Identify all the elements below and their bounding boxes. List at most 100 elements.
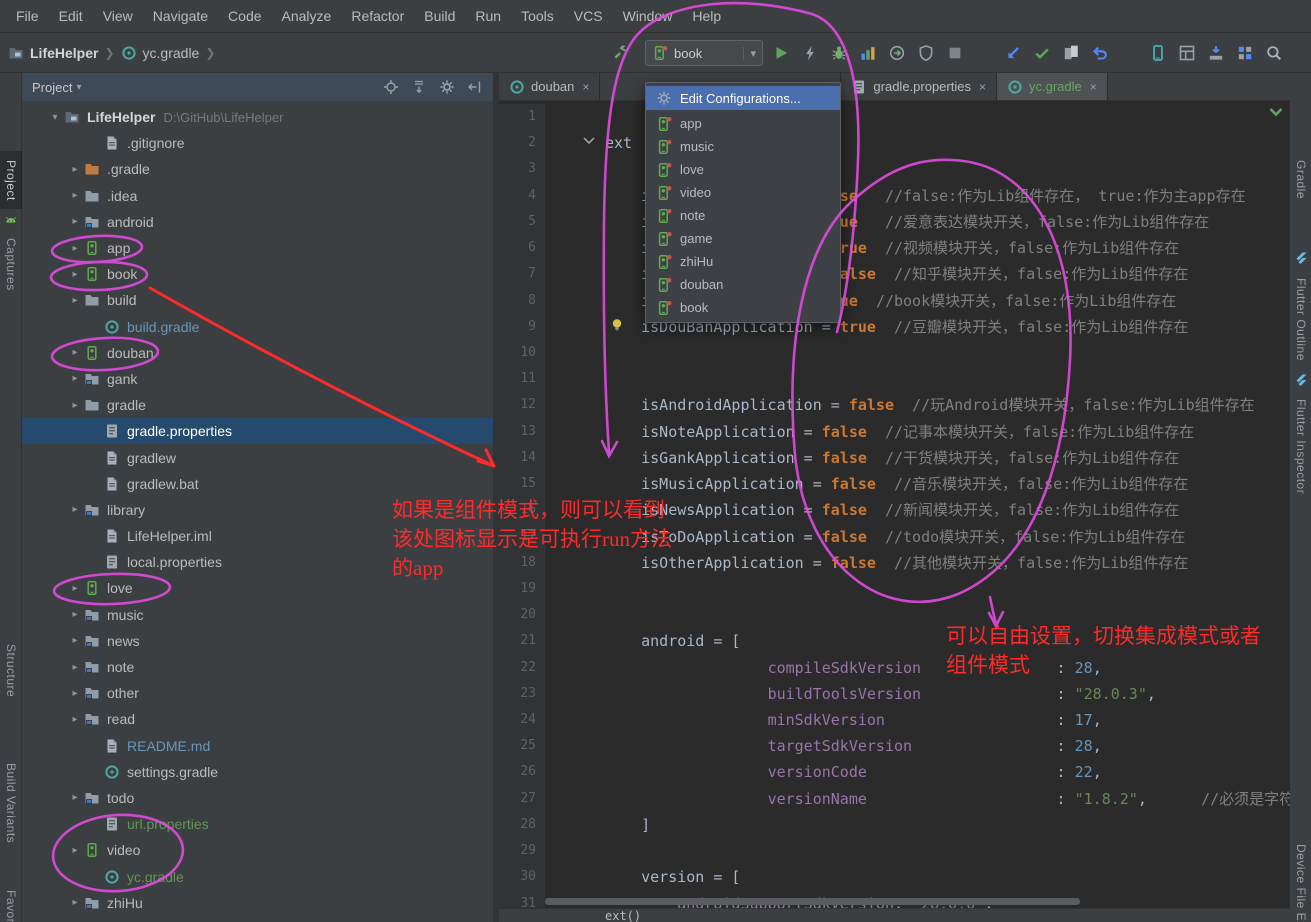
menu-code[interactable]: Code <box>218 3 271 29</box>
menu-window[interactable]: Window <box>613 3 683 29</box>
close-tab-icon[interactable]: × <box>1090 80 1097 94</box>
run-config-option-edit-configurations-[interactable]: Edit Configurations... <box>646 86 840 110</box>
profile-button-icon[interactable] <box>859 44 877 62</box>
tree-collapsed-arrow-icon[interactable]: ▸ <box>66 635 84 646</box>
menu-analyze[interactable]: Analyze <box>272 3 342 29</box>
project-panel-title[interactable]: Project <box>32 80 72 95</box>
avd-manager-button-icon[interactable] <box>1149 44 1167 62</box>
close-tab-icon[interactable]: × <box>979 80 986 94</box>
tree-item-LifeHelper[interactable]: ▾ LifeHelper D:\GitHub\LifeHelper <box>22 104 493 130</box>
tree-item-android[interactable]: ▸ android <box>22 209 493 235</box>
tree-collapsed-arrow-icon[interactable]: ▸ <box>66 662 84 673</box>
tree-item-settings.gradle[interactable]: settings.gradle <box>22 759 493 785</box>
tree-collapsed-arrow-icon[interactable]: ▸ <box>66 845 84 856</box>
menu-run[interactable]: Run <box>465 3 511 29</box>
diff-button-icon[interactable] <box>1062 44 1080 62</box>
tree-item-gradle[interactable]: ▸ gradle <box>22 392 493 418</box>
breadcrumb-project[interactable]: LifeHelper <box>30 45 98 61</box>
tool-button-captures[interactable]: Captures <box>0 233 22 295</box>
tree-item-music[interactable]: ▸ music <box>22 602 493 628</box>
breadcrumb-ext[interactable]: ext() <box>605 909 641 922</box>
editor-tab-yc.gradle[interactable]: yc.gradle × <box>996 73 1108 100</box>
make-project-button[interactable] <box>612 43 628 59</box>
run-config-option-douban[interactable]: douban <box>646 273 840 296</box>
tree-item-README.md[interactable]: README.md <box>22 733 493 759</box>
editor-tab-gradle.properties[interactable]: gradle.properties × <box>841 73 997 100</box>
tree-collapsed-arrow-icon[interactable]: ▸ <box>66 216 84 227</box>
run-configuration-select[interactable]: book ▾ <box>645 40 763 66</box>
menu-tools[interactable]: Tools <box>511 3 564 29</box>
rollback-button-icon[interactable] <box>1091 44 1109 62</box>
tree-collapsed-arrow-icon[interactable]: ▸ <box>66 504 84 515</box>
menu-vcs[interactable]: VCS <box>564 3 613 29</box>
run-config-option-music[interactable]: music <box>646 135 840 158</box>
close-tab-icon[interactable]: × <box>582 80 589 94</box>
tree-item-build.gradle[interactable]: build.gradle <box>22 314 493 340</box>
tree-collapsed-arrow-icon[interactable]: ▸ <box>66 583 84 594</box>
tree-collapsed-arrow-icon[interactable]: ▸ <box>66 792 84 803</box>
chevron-down-icon[interactable]: ▾ <box>76 82 81 93</box>
debug-button-icon[interactable] <box>830 44 848 62</box>
run-config-option-book[interactable]: book <box>646 296 840 319</box>
tree-item-build[interactable]: ▸ build <box>22 287 493 313</box>
tree-item-news[interactable]: ▸ news <box>22 628 493 654</box>
run-config-option-game[interactable]: game <box>646 227 840 250</box>
project-structure-button-icon[interactable] <box>1236 44 1254 62</box>
attach-debugger-button-icon[interactable] <box>888 44 906 62</box>
tree-item-book[interactable]: ▸ book <box>22 261 493 287</box>
hide-panel-icon[interactable] <box>467 79 483 95</box>
tree-item-video[interactable]: ▸ video <box>22 837 493 863</box>
commit-button-icon[interactable] <box>1033 44 1051 62</box>
editor-tab-douban[interactable]: douban × <box>499 73 601 100</box>
tree-item-note[interactable]: ▸ note <box>22 654 493 680</box>
horizontal-scrollbar[interactable] <box>545 898 1080 905</box>
tree-collapsed-arrow-icon[interactable]: ▸ <box>66 897 84 908</box>
menu-build[interactable]: Build <box>414 3 465 29</box>
collapse-all-icon[interactable] <box>411 79 427 95</box>
tree-collapsed-arrow-icon[interactable]: ▸ <box>66 269 84 280</box>
tool-button-flutter-outline[interactable]: Flutter Outline <box>1290 271 1311 367</box>
tree-collapsed-arrow-icon[interactable]: ▸ <box>66 400 84 411</box>
tree-item-app[interactable]: ▸ app <box>22 235 493 261</box>
stop-button-icon[interactable] <box>946 44 964 62</box>
tree-item-gradlew.bat[interactable]: gradlew.bat <box>22 471 493 497</box>
panel-settings-icon[interactable] <box>439 79 455 95</box>
tree-item-todo[interactable]: ▸ todo <box>22 785 493 811</box>
tree-item-read[interactable]: ▸ read <box>22 706 493 732</box>
search-everywhere-button-icon[interactable] <box>1265 44 1283 62</box>
menu-refactor[interactable]: Refactor <box>341 3 414 29</box>
tree-expanded-arrow-icon[interactable]: ▾ <box>46 112 64 123</box>
tree-collapsed-arrow-icon[interactable]: ▸ <box>66 609 84 620</box>
tree-item-url.properties[interactable]: url.properties <box>22 811 493 837</box>
tree-item-zhiHu[interactable]: ▸ zhiHu <box>22 890 493 916</box>
apply-changes-button-icon[interactable] <box>801 44 819 62</box>
tree-item-douban[interactable]: ▸ douban <box>22 340 493 366</box>
tree-item-yc.gradle[interactable]: yc.gradle <box>22 863 493 889</box>
tool-button-gradle[interactable]: Gradle <box>1290 157 1311 203</box>
tree-item-other[interactable]: ▸ other <box>22 680 493 706</box>
run-config-option-zhihu[interactable]: zhiHu <box>646 250 840 273</box>
tree-item-gradle.properties[interactable]: gradle.properties <box>22 418 493 445</box>
tree-collapsed-arrow-icon[interactable]: ▸ <box>66 373 84 384</box>
tree-collapsed-arrow-icon[interactable]: ▸ <box>66 190 84 201</box>
tool-button-favorites[interactable]: Favorites <box>0 885 22 922</box>
sdk-manager-button-icon[interactable] <box>1207 44 1225 62</box>
menu-view[interactable]: View <box>93 3 143 29</box>
locate-file-icon[interactable] <box>383 79 399 95</box>
tree-item-.idea[interactable]: ▸ .idea <box>22 183 493 209</box>
run-config-option-note[interactable]: note <box>646 204 840 227</box>
run-config-option-love[interactable]: love <box>646 158 840 181</box>
tree-collapsed-arrow-icon[interactable]: ▸ <box>66 688 84 699</box>
menu-file[interactable]: File <box>6 3 49 29</box>
update-project-button-icon[interactable] <box>1004 44 1022 62</box>
tree-item-gradlew[interactable]: gradlew <box>22 444 493 470</box>
menu-help[interactable]: Help <box>682 3 731 29</box>
tree-collapsed-arrow-icon[interactable]: ▸ <box>66 714 84 725</box>
menu-edit[interactable]: Edit <box>49 3 93 29</box>
tree-collapsed-arrow-icon[interactable]: ▸ <box>66 347 84 358</box>
tree-item-gank[interactable]: ▸ gank <box>22 366 493 392</box>
tree-item-.gradle[interactable]: ▸ .gradle <box>22 156 493 182</box>
tool-button-device-file-explorer[interactable]: Device File Explorer <box>1290 839 1311 922</box>
tool-button-structure[interactable]: Structure <box>0 639 22 703</box>
menu-navigate[interactable]: Navigate <box>143 3 218 29</box>
